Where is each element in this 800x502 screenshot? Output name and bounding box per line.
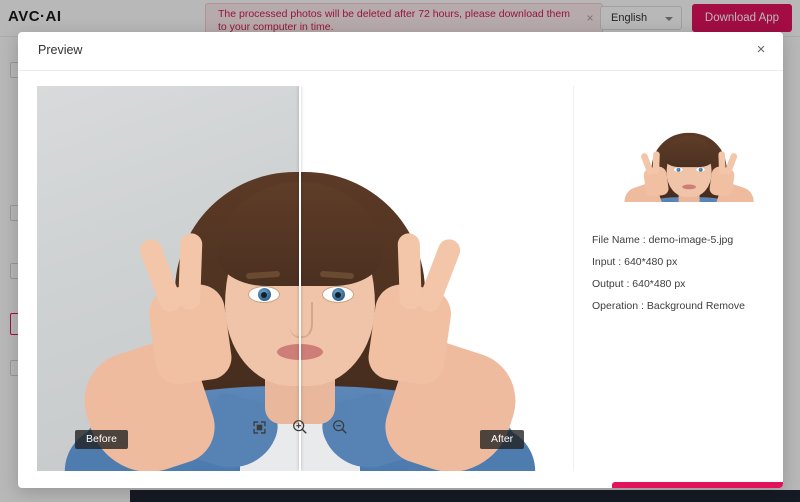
thumb-iris-right — [698, 167, 703, 172]
detail-operation: Operation : Background Remove — [592, 300, 745, 312]
nose — [288, 302, 313, 338]
eye-left — [247, 286, 280, 303]
preview-photo — [37, 86, 562, 471]
pupil-left — [261, 292, 267, 298]
image-compare-viewer[interactable]: Before After — [37, 86, 562, 471]
details-panel: File Name : demo-image-5.jpg Input : 640… — [591, 86, 783, 488]
hand-right — [365, 232, 463, 387]
zoom-in-icon[interactable] — [289, 416, 311, 438]
iris-right — [331, 288, 345, 301]
thumb-iris-left — [676, 167, 681, 172]
modal-header: Preview × — [18, 32, 783, 71]
detail-output-size: Output : 640*480 px — [592, 278, 686, 290]
thumb-hand-left — [639, 151, 670, 198]
thumb-eye-left — [673, 167, 683, 173]
download-image-button[interactable]: Download Image — [612, 482, 783, 488]
eye-right — [321, 286, 354, 303]
detail-input-size: Input : 640*480 px — [592, 256, 678, 268]
close-icon[interactable]: × — [753, 42, 769, 58]
detail-file-name: File Name : demo-image-5.jpg — [592, 234, 734, 246]
result-thumbnail[interactable] — [612, 86, 775, 202]
compare-slider-handle[interactable] — [289, 268, 311, 290]
modal-title: Preview — [38, 43, 83, 57]
iris-left — [257, 288, 271, 301]
preview-modal: Preview × Before After File Name: demo-… — [18, 32, 783, 488]
image-toolbar — [249, 416, 351, 438]
after-badge: After — [480, 430, 525, 449]
thumbnail-image — [620, 107, 758, 202]
app-root: AVC·AI The processed photos will be dele… — [0, 0, 800, 502]
thumbnail-subject — [620, 107, 758, 202]
hand-left — [136, 232, 234, 387]
thumb-eye-right — [695, 167, 706, 173]
before-badge: Before — [75, 430, 128, 449]
thumb-finger-left-2 — [652, 151, 660, 175]
file-details-list: File Name : demo-image-5.jpg Input : 640… — [592, 234, 767, 322]
thumb-lips — [682, 184, 696, 190]
fit-screen-icon[interactable] — [249, 416, 271, 438]
panel-divider — [573, 86, 574, 471]
finger-left-2 — [177, 232, 203, 310]
compare-slider-divider[interactable] — [298, 86, 301, 471]
pupil-right — [335, 292, 341, 298]
zoom-out-icon[interactable] — [329, 416, 351, 438]
thumb-hand-right — [708, 151, 738, 198]
